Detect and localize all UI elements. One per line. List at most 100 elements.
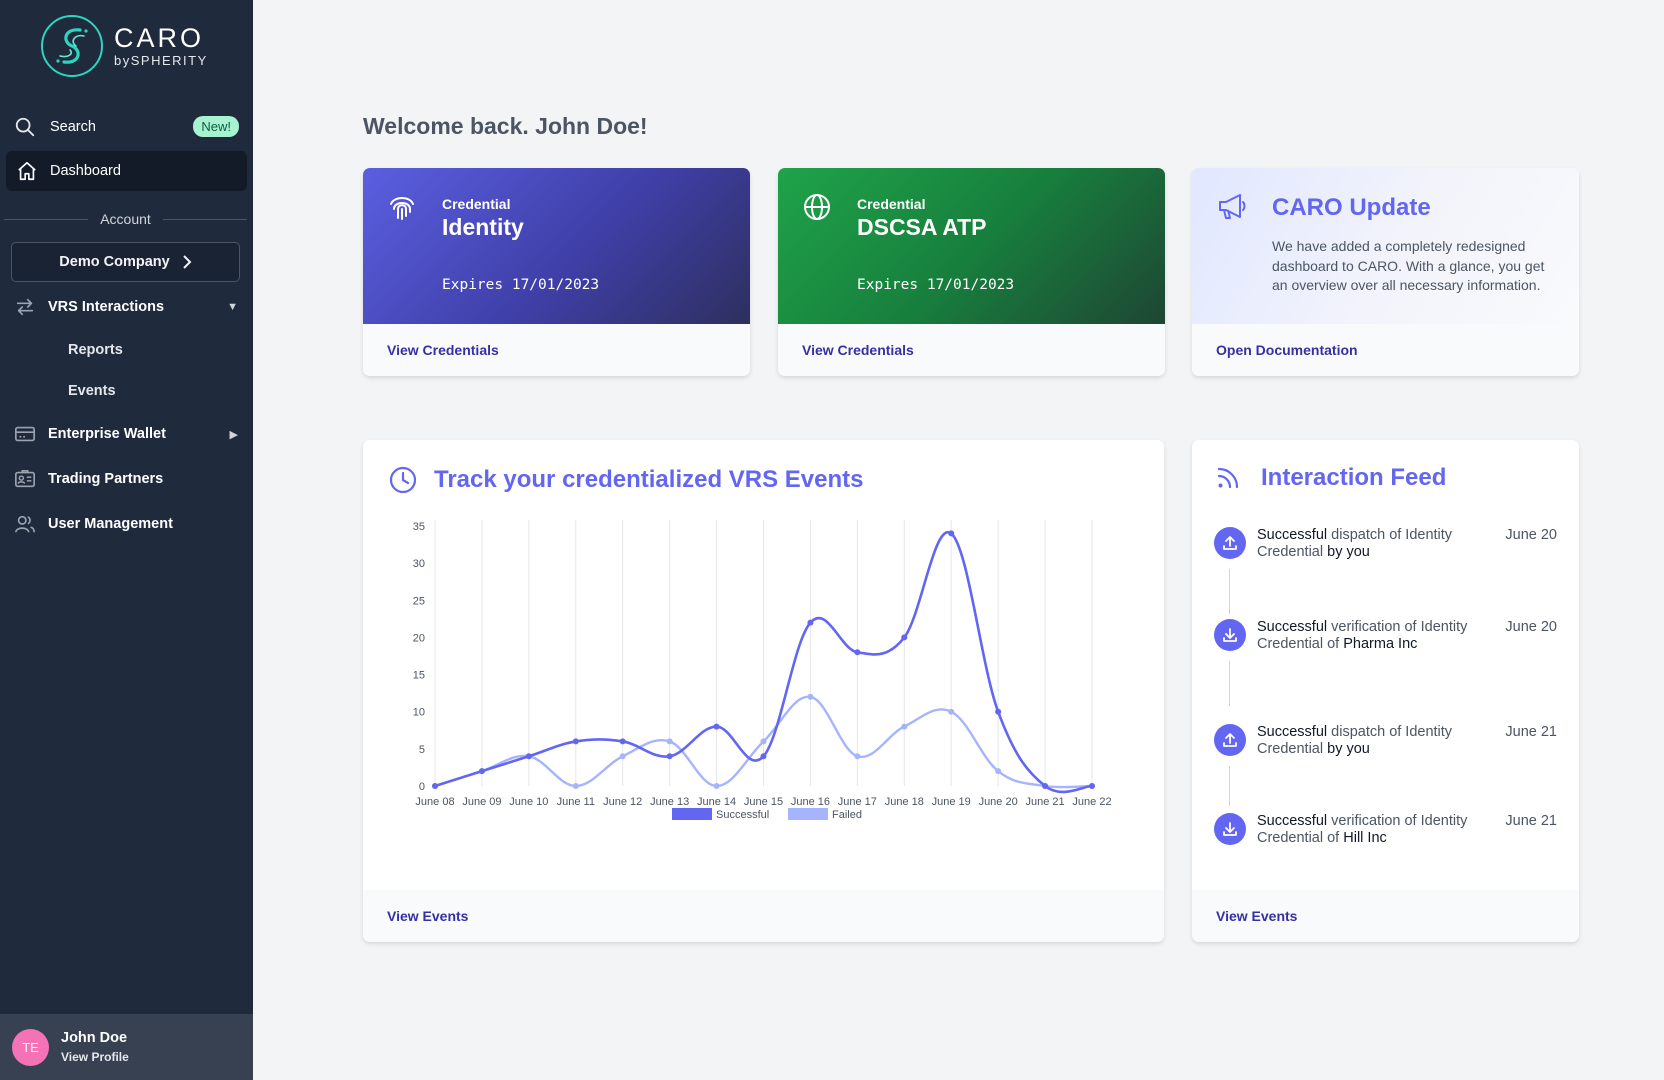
- feed-party: Pharma Inc: [1343, 636, 1418, 652]
- page-title: Welcome back. John Doe!: [363, 113, 648, 139]
- new-badge: New!: [193, 116, 239, 137]
- data-point: [619, 753, 626, 760]
- credential-card-identity: Credential Identity Expires 17/01/2023 V…: [363, 168, 750, 376]
- sidebar-item-user-management[interactable]: User Management: [0, 504, 253, 544]
- data-point: [666, 738, 673, 745]
- data-point: [760, 753, 767, 760]
- x-tick-label: June 22: [1072, 796, 1111, 808]
- sidebar-search[interactable]: Search New!: [0, 107, 253, 147]
- feed-status: Successful: [1257, 619, 1328, 635]
- sidebar-item-label: Dashboard: [50, 163, 121, 179]
- data-point: [948, 708, 955, 715]
- legend-swatch-successful: [672, 808, 712, 820]
- users-icon: [15, 515, 35, 533]
- update-body: We have added a completely redesigned da…: [1272, 238, 1545, 293]
- feed-item-text: Successful dispatch of Identity Credenti…: [1257, 724, 1487, 758]
- feed-party: by you: [1327, 544, 1370, 560]
- legend-swatch-failed: [788, 808, 828, 820]
- data-point: [901, 723, 908, 730]
- open-documentation-link[interactable]: Open Documentation: [1216, 342, 1358, 358]
- company-selector[interactable]: Demo Company: [11, 242, 240, 282]
- sidebar-item-vrs-interactions[interactable]: VRS Interactions ▼: [0, 287, 253, 327]
- wallet-icon: [15, 426, 35, 442]
- caret-down-icon: ▼: [227, 301, 238, 313]
- sidebar-item-events[interactable]: Events: [68, 383, 116, 399]
- feed-status: Successful: [1257, 527, 1328, 543]
- x-tick-label: June 15: [744, 796, 783, 808]
- brand-name: CARO: [114, 23, 205, 53]
- x-tick-label: June 10: [509, 796, 548, 808]
- view-events-link[interactable]: View Events: [1216, 908, 1297, 924]
- feed-connector: [1229, 661, 1230, 706]
- data-point: [713, 783, 720, 789]
- x-tick-label: June 13: [650, 796, 689, 808]
- feed-item[interactable]: Successful verification of Identity Cred…: [1192, 813, 1579, 853]
- search-icon: [15, 117, 35, 137]
- credential-expiry: Expires 17/01/2023: [857, 277, 1015, 293]
- y-tick-label: 5: [419, 744, 425, 756]
- y-tick-label: 0: [419, 781, 425, 793]
- feed-date: June 20: [1505, 527, 1557, 543]
- caro-logo-icon: [41, 15, 103, 77]
- credential-title: DSCSA ATP: [857, 214, 987, 240]
- data-point: [619, 738, 626, 745]
- data-point: [760, 738, 767, 745]
- sidebar-item-label: Enterprise Wallet: [48, 426, 166, 442]
- credential-label: Credential: [442, 196, 511, 212]
- vrs-events-panel: Track your credentialized VRS Events Jun…: [363, 440, 1164, 942]
- credential-expiry: Expires 17/01/2023: [442, 277, 600, 293]
- feed-item[interactable]: Successful dispatch of Identity Credenti…: [1192, 527, 1579, 567]
- data-point: [807, 619, 814, 626]
- credential-title: Identity: [442, 214, 524, 240]
- feed-item[interactable]: Successful verification of Identity Cred…: [1192, 619, 1579, 659]
- x-tick-label: June 17: [838, 796, 877, 808]
- sidebar-item-trading-partners[interactable]: Trading Partners: [0, 459, 253, 499]
- feed-status: Successful: [1257, 813, 1328, 829]
- feed-connector: [1229, 569, 1230, 614]
- data-point: [901, 634, 908, 641]
- view-profile-link[interactable]: View Profile: [61, 1050, 129, 1064]
- megaphone-icon: [1219, 194, 1246, 219]
- view-events-link[interactable]: View Events: [387, 908, 468, 924]
- view-credentials-link[interactable]: View Credentials: [802, 342, 914, 358]
- feed-item-text: Successful verification of Identity Cred…: [1257, 619, 1487, 653]
- feed-date: June 21: [1505, 813, 1557, 829]
- x-tick-label: June 14: [697, 796, 736, 808]
- sidebar-item-dashboard[interactable]: Dashboard: [6, 151, 247, 191]
- feed-item[interactable]: Successful dispatch of Identity Credenti…: [1192, 724, 1579, 764]
- x-tick-label: June 12: [603, 796, 642, 808]
- feed-party: Hill Inc: [1343, 830, 1387, 846]
- account-label: Account: [100, 211, 151, 227]
- globe-icon: [804, 194, 830, 220]
- data-point: [995, 768, 1002, 775]
- y-tick-label: 25: [413, 595, 425, 607]
- sidebar-item-label: VRS Interactions: [48, 299, 165, 315]
- sidebar-item-label: Trading Partners: [48, 471, 164, 487]
- y-tick-label: 15: [413, 670, 425, 682]
- data-point: [807, 693, 814, 700]
- card-footer: [363, 890, 1164, 942]
- profile-name: John Doe: [61, 1030, 128, 1046]
- fingerprint-icon: [390, 197, 414, 220]
- x-tick-label: June 19: [932, 796, 971, 808]
- update-title: CARO Update: [1272, 194, 1431, 221]
- sidebar-item-reports[interactable]: Reports: [68, 342, 123, 358]
- chevron-right-icon: [182, 255, 192, 269]
- data-point: [854, 753, 861, 760]
- feed-date: June 20: [1505, 619, 1557, 635]
- feed-title: Interaction Feed: [1261, 464, 1447, 491]
- feed-item-text: Successful dispatch of Identity Credenti…: [1257, 527, 1487, 561]
- caro-logo[interactable]: CARO bySPHERITY: [40, 14, 208, 78]
- account-divider: Account: [4, 209, 247, 229]
- y-tick-label: 10: [413, 707, 425, 719]
- brand-company: SPHERITY: [130, 53, 208, 68]
- view-credentials-link[interactable]: View Credentials: [387, 342, 499, 358]
- caro-update-card: CARO Update We have added a completely r…: [1192, 168, 1579, 376]
- sidebar-item-label: User Management: [48, 516, 173, 532]
- profile-panel[interactable]: TE John Doe View Profile: [0, 1014, 253, 1080]
- sidebar-item-enterprise-wallet[interactable]: Enterprise Wallet ▶: [0, 414, 253, 454]
- data-point: [1042, 783, 1049, 789]
- data-point: [478, 768, 485, 775]
- data-point: [995, 708, 1002, 715]
- feed-item-text: Successful verification of Identity Cred…: [1257, 813, 1487, 847]
